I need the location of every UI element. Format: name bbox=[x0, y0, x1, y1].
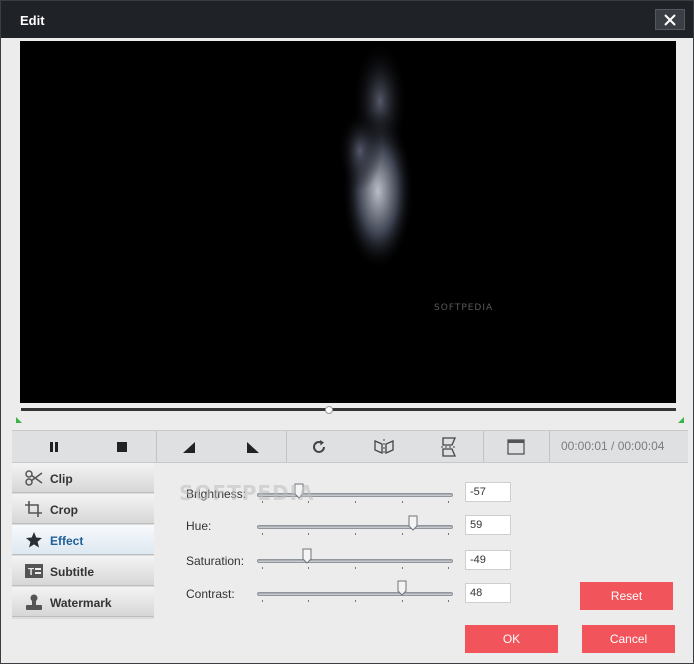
sidebar-item-clip[interactable]: Clip bbox=[12, 463, 154, 493]
hue-value-field[interactable]: 59 bbox=[465, 515, 511, 535]
sidebar-item-label: Crop bbox=[50, 503, 78, 517]
sidebar-item-subtitle[interactable]: T Subtitle bbox=[12, 556, 154, 586]
softpedia-watermark: SOFTPEDIA bbox=[179, 481, 315, 505]
hue-slider[interactable] bbox=[257, 525, 453, 529]
subtitle-icon: T bbox=[25, 564, 43, 578]
stamp-icon bbox=[26, 594, 42, 610]
rotate-left-icon bbox=[183, 441, 195, 453]
edit-dialog: Edit SOFTPEDIA 00:00:01 / 00:00:04 Clip … bbox=[0, 0, 694, 664]
seek-thumb[interactable] bbox=[324, 406, 333, 414]
scissors-icon bbox=[25, 470, 43, 486]
end-marker-icon[interactable] bbox=[678, 417, 684, 423]
rotate-right-icon bbox=[247, 441, 259, 453]
svg-text:T: T bbox=[28, 567, 34, 578]
flip-vertical-icon bbox=[441, 436, 457, 457]
contrast-slider[interactable] bbox=[257, 592, 453, 596]
sidebar-item-label: Subtitle bbox=[50, 565, 94, 579]
saturation-label: Saturation: bbox=[186, 554, 245, 568]
rotate-left-button[interactable] bbox=[157, 431, 221, 462]
hue-label: Hue: bbox=[186, 519, 212, 533]
contrast-ticks bbox=[262, 600, 449, 602]
video-preview: SOFTPEDIA bbox=[20, 41, 676, 403]
contrast-value-field[interactable]: 48 bbox=[465, 583, 511, 603]
crop-icon bbox=[25, 501, 42, 517]
aspect-ratio-icon bbox=[507, 438, 525, 455]
sidebar-item-watermark[interactable]: Watermark bbox=[12, 587, 154, 617]
title-bar: Edit bbox=[1, 1, 693, 38]
contrast-slider-thumb[interactable] bbox=[397, 580, 407, 596]
start-marker-icon[interactable] bbox=[16, 417, 22, 423]
saturation-slider[interactable] bbox=[257, 559, 453, 563]
brightness-value-field[interactable]: -57 bbox=[465, 482, 511, 502]
reset-button[interactable]: Reset bbox=[580, 582, 673, 610]
flip-horizontal-button[interactable] bbox=[352, 431, 416, 462]
rotate-clockwise-button[interactable] bbox=[287, 431, 351, 462]
sidebar-item-label: Effect bbox=[50, 534, 84, 548]
seek-bar[interactable] bbox=[16, 403, 684, 425]
star-icon bbox=[26, 532, 42, 548]
rotate-right-button[interactable] bbox=[221, 431, 285, 462]
stop-button[interactable] bbox=[84, 431, 160, 462]
sidebar-item-crop[interactable]: Crop bbox=[12, 494, 154, 524]
contrast-label: Contrast: bbox=[186, 587, 235, 601]
saturation-value-field[interactable]: -49 bbox=[465, 550, 511, 570]
stop-icon bbox=[117, 441, 127, 452]
ok-button[interactable]: OK bbox=[465, 625, 558, 653]
rotate-clockwise-icon bbox=[313, 439, 325, 453]
saturation-ticks bbox=[262, 567, 449, 569]
video-frame-image bbox=[338, 41, 414, 271]
flip-horizontal-icon bbox=[374, 438, 394, 455]
seek-track[interactable] bbox=[21, 408, 676, 411]
timecode: 00:00:01 / 00:00:04 bbox=[561, 439, 665, 453]
sidebar-item-label: Watermark bbox=[50, 596, 112, 610]
sidebar-item-label: Clip bbox=[50, 472, 73, 486]
flip-vertical-button[interactable] bbox=[417, 431, 481, 462]
edit-sidebar: Clip Crop Effect T Subtitle Watermark bbox=[12, 463, 154, 619]
cancel-button[interactable]: Cancel bbox=[582, 625, 675, 653]
hue-slider-thumb[interactable] bbox=[408, 515, 418, 531]
pause-icon bbox=[50, 441, 58, 452]
close-button[interactable] bbox=[655, 9, 685, 30]
playback-toolbar: 00:00:01 / 00:00:04 bbox=[12, 430, 688, 463]
saturation-slider-thumb[interactable] bbox=[302, 548, 312, 564]
close-icon bbox=[664, 13, 676, 26]
hue-ticks bbox=[262, 533, 449, 535]
preview-watermark: SOFTPEDIA bbox=[434, 303, 494, 313]
sidebar-item-effect[interactable]: Effect bbox=[12, 525, 154, 555]
aspect-ratio-button[interactable] bbox=[484, 431, 548, 462]
window-title: Edit bbox=[20, 13, 45, 28]
